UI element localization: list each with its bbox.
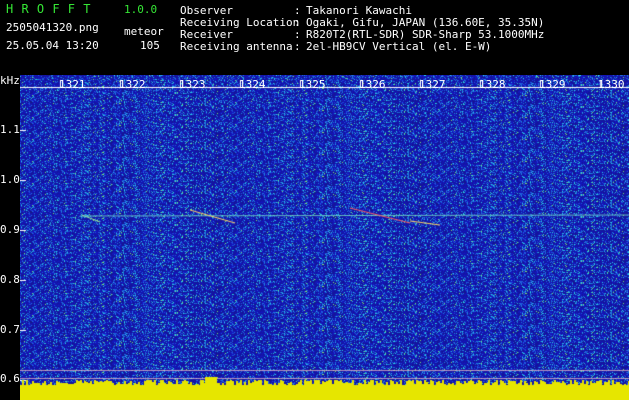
mode-label: meteor [124, 25, 164, 38]
file-datetime: 25.05.04 13:20 [6, 39, 99, 52]
freq-tick: 1.1 [0, 123, 20, 136]
freq-tick: 0.9 [0, 223, 20, 236]
time-tick: 1323 [179, 78, 206, 91]
spectrogram [20, 75, 629, 400]
time-tick: 1327 [419, 78, 446, 91]
freq-unit-label: kHz [0, 74, 20, 87]
freq-tick: 0.6 [0, 372, 20, 385]
file-name: 2505041320.png [6, 21, 99, 34]
freq-tick: 1.0 [0, 173, 20, 186]
app-title: H R O F F T [6, 2, 91, 16]
time-tick: 1324 [239, 78, 266, 91]
time-tick: 1326 [359, 78, 386, 91]
time-tick: 1325 [299, 78, 326, 91]
time-tick: 1322 [119, 78, 146, 91]
time-tick: 1330 [598, 78, 625, 91]
antenna-label: Receiving antenna [180, 40, 293, 53]
freq-tick: 0.7 [0, 323, 20, 336]
colon-4: : [294, 40, 301, 53]
antenna-value: 2el-HB9CV Vertical (el. E-W) [306, 40, 492, 53]
freq-tick: 0.8 [0, 273, 20, 286]
time-tick: 1328 [479, 78, 506, 91]
time-tick: 1329 [539, 78, 566, 91]
mode-value: 105 [140, 39, 160, 52]
app-version: 1.0.0 [124, 3, 158, 16]
time-tick: 1321 [59, 78, 86, 91]
